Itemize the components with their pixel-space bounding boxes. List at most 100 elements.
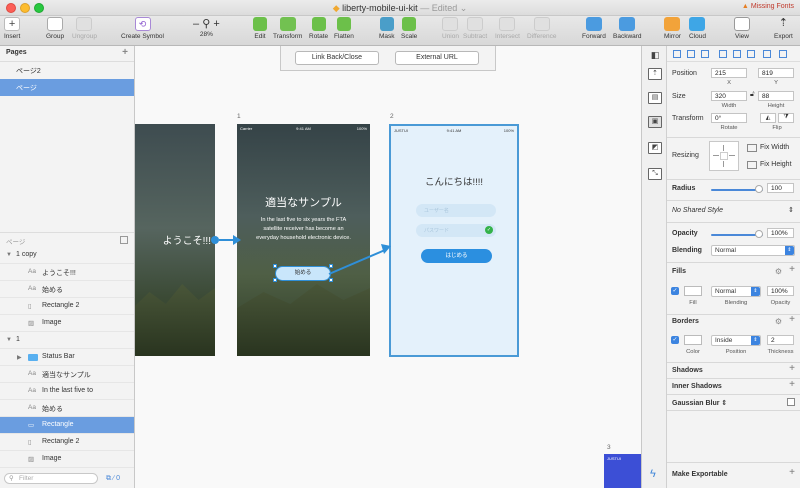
layer-row[interactable]: Aa 始める <box>0 281 134 298</box>
layer-row[interactable]: ▯ Rectangle 2 <box>0 434 134 451</box>
shared-style-row[interactable]: No Shared Style ⇕ <box>667 202 800 220</box>
flatten-button[interactable]: Flatten <box>334 17 354 40</box>
disclosure-triangle-icon[interactable]: ▶ <box>17 354 22 361</box>
filter-input[interactable]: ⚲ Filter <box>4 473 98 484</box>
distribute-horizontal-icon[interactable] <box>763 50 771 58</box>
rotate-button[interactable]: Rotate <box>309 17 328 40</box>
align-left-icon[interactable] <box>673 50 681 58</box>
constraint-left[interactable] <box>713 155 719 156</box>
link-origin-dot[interactable] <box>211 236 219 244</box>
collapse-inspector-icon[interactable]: ◧ <box>648 50 662 62</box>
missing-fonts-warning[interactable]: ▲ Missing Fonts <box>742 3 794 10</box>
layer-row[interactable]: Aa ようこそ!!! <box>0 264 134 281</box>
layer-row[interactable]: ▭ Rectangle <box>0 417 134 434</box>
layer-row[interactable]: Aa 適当なサンプル <box>0 366 134 383</box>
add-inner-shadow-icon[interactable]: + <box>789 379 795 390</box>
copy-icon[interactable]: ⧉ <box>106 475 111 482</box>
constraint-bottom[interactable] <box>723 161 724 167</box>
fill-opacity-field[interactable]: 100% <box>767 286 794 296</box>
page-item-1[interactable]: ページ <box>0 79 134 96</box>
fix-width-label[interactable]: Fix Width <box>760 144 789 151</box>
height-field[interactable]: 88 <box>758 91 794 101</box>
zoom-control[interactable]: – ⚲ + 28% <box>193 17 220 38</box>
gear-icon[interactable]: ⚙ <box>775 267 782 276</box>
layer-row[interactable]: ▨ Image <box>0 315 134 332</box>
intersect-button[interactable]: Intersect <box>495 17 520 40</box>
layer-group-row[interactable]: ▼ 1 copy <box>0 247 134 264</box>
transform-button[interactable]: Transform <box>273 17 302 40</box>
cloud-button[interactable]: Cloud <box>689 17 706 40</box>
layer-row[interactable]: ▶ Status Bar <box>0 349 134 366</box>
opacity-field[interactable]: 100% <box>767 228 794 238</box>
layer-row[interactable]: ▨ Image <box>0 451 134 468</box>
opacity-slider-knob[interactable] <box>755 230 763 238</box>
edit-button[interactable]: Edit <box>253 17 267 40</box>
border-thickness-field[interactable]: 2 <box>767 335 794 345</box>
radius-slider-knob[interactable] <box>755 185 763 193</box>
difference-button[interactable]: Difference <box>527 17 557 40</box>
flip-vertical-icon[interactable]: ⧩ <box>778 113 794 123</box>
zoom-in-icon[interactable]: + <box>213 18 219 30</box>
collapse-icon[interactable] <box>120 236 128 244</box>
align-bottom-icon[interactable] <box>747 50 755 58</box>
blending-select[interactable]: Normal ⇕ <box>711 245 795 256</box>
disclosure-triangle-icon[interactable]: ▼ <box>6 252 12 258</box>
add-page-icon[interactable]: + <box>122 47 128 58</box>
x-field[interactable]: 215 <box>711 68 747 78</box>
page-item-2[interactable]: ページ2 <box>0 62 134 79</box>
add-border-icon[interactable]: + <box>789 314 795 325</box>
border-enabled-checkbox[interactable]: ✓ <box>671 336 679 344</box>
disclosure-triangle-icon[interactable]: ▼ <box>6 337 12 343</box>
measure-icon[interactable]: ⤡ <box>648 168 662 180</box>
align-middle-icon[interactable] <box>733 50 741 58</box>
canvas[interactable]: Link Back/Close External URL ようこそ!!! 1 C… <box>135 46 641 488</box>
fix-height-label[interactable]: Fix Height <box>760 161 792 168</box>
group-button[interactable]: Group <box>46 17 64 40</box>
insert-button[interactable]: + Insert <box>4 17 20 40</box>
fill-blend-select[interactable]: Normal ⇕ <box>711 286 761 297</box>
document-title[interactable]: ◆ liberty-mobile-ui-kit — Edited ⌄ <box>0 3 800 14</box>
fix-height-icon[interactable] <box>747 161 757 169</box>
resizing-constraints-box[interactable] <box>709 141 739 171</box>
bolt-icon[interactable]: ϟ <box>650 468 656 480</box>
create-symbol-button[interactable]: ⟲ Create Symbol <box>121 17 164 40</box>
ungroup-button[interactable]: Ungroup <box>72 17 97 40</box>
layer-row[interactable]: ▯ Rectangle 2 <box>0 298 134 315</box>
fill-enabled-checkbox[interactable]: ✓ <box>671 287 679 295</box>
shared-style-value[interactable]: No Shared Style <box>672 207 723 214</box>
y-field[interactable]: 819 <box>758 68 794 78</box>
flip-horizontal-icon[interactable]: ◭ <box>760 113 776 123</box>
add-shadow-icon[interactable]: + <box>789 363 795 374</box>
scale-button[interactable]: Scale <box>401 17 417 40</box>
border-position-select[interactable]: Inside ⇕ <box>711 335 761 346</box>
filter-options[interactable]: ⧉ ∕ 0 <box>106 475 120 483</box>
constraint-top[interactable] <box>723 145 724 151</box>
forward-button[interactable]: Forward <box>582 17 606 40</box>
align-center-icon[interactable] <box>687 50 695 58</box>
subtract-button[interactable]: Subtract <box>463 17 487 40</box>
gaussian-blur-label[interactable]: Gaussian Blur ⇕ <box>672 399 727 407</box>
border-color-swatch[interactable] <box>684 335 702 345</box>
layer-row[interactable]: Aa 始める <box>0 400 134 417</box>
gear-icon[interactable]: ⚙ <box>775 317 782 326</box>
fill-color-swatch[interactable] <box>684 286 702 296</box>
link-line-to-artboard-2[interactable] <box>328 249 386 275</box>
distribute-vertical-icon[interactable] <box>779 50 787 58</box>
chevron-updown-icon[interactable]: ⇕ <box>788 206 794 214</box>
add-export-icon[interactable]: + <box>789 467 795 478</box>
align-top-icon[interactable] <box>719 50 727 58</box>
constraint-right[interactable] <box>729 155 735 156</box>
slice-icon[interactable]: ∕ <box>113 475 114 482</box>
fix-width-icon[interactable] <box>747 144 757 152</box>
zoom-out-icon[interactable]: – <box>193 18 199 30</box>
mirror-button[interactable]: Mirror <box>664 17 681 40</box>
rotate-field[interactable]: 0° <box>711 113 747 123</box>
lock-icon[interactable]: 🔓︎ <box>750 91 755 99</box>
share-icon[interactable]: ⇡ <box>648 68 662 80</box>
union-button[interactable]: Union <box>442 17 459 40</box>
layer-group-row[interactable]: ▼ 1 <box>0 332 134 349</box>
printer-icon[interactable]: ▤ <box>648 92 662 104</box>
mask-button[interactable]: Mask <box>379 17 395 40</box>
inspector-tab-icon[interactable]: ▣ <box>648 116 662 128</box>
gaussian-blur-checkbox[interactable] <box>787 398 795 406</box>
